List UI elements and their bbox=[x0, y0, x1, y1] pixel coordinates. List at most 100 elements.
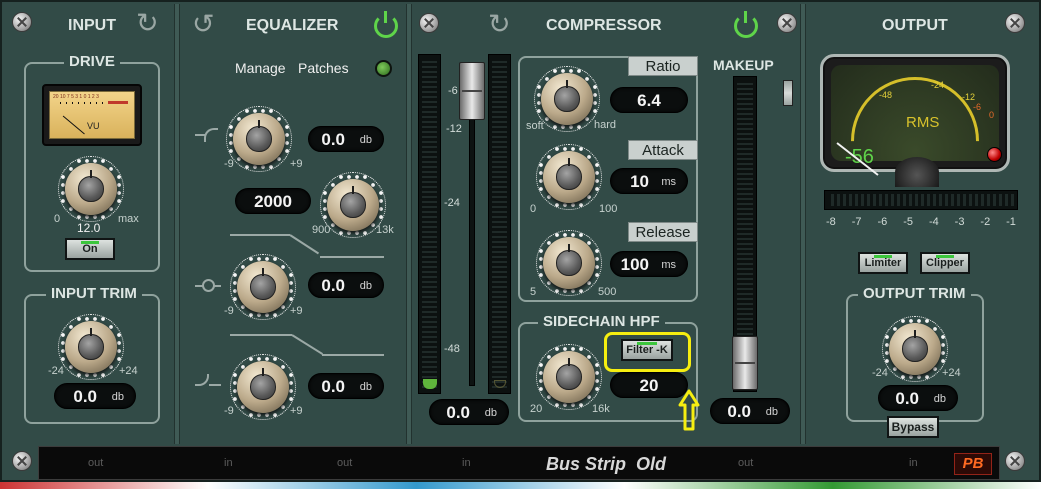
low-shelf-max: +9 bbox=[290, 158, 303, 170]
eq-frequency-value: 2000 bbox=[254, 192, 292, 211]
section-divider bbox=[406, 4, 412, 444]
high-shelf-value-display[interactable]: 0.0 db bbox=[308, 373, 384, 399]
output-title: OUTPUT bbox=[882, 17, 948, 34]
low-shelf-unit: db bbox=[359, 134, 372, 146]
bottom-slot[interactable]: in bbox=[462, 458, 471, 469]
sidechain-value-display[interactable]: 20 bbox=[610, 372, 688, 398]
fader-handle[interactable] bbox=[459, 62, 485, 120]
low-shelf-gain-knob[interactable] bbox=[226, 106, 292, 172]
attack-value: 10 bbox=[630, 172, 649, 191]
drive-min-label: 0 bbox=[54, 213, 61, 225]
clip-led-icon bbox=[987, 147, 1002, 162]
gr-scale-label: -8 bbox=[826, 216, 836, 228]
bottom-bar: out in out in out in Bus Strip Old bbox=[38, 446, 1000, 480]
gr-scale-label: -1 bbox=[1006, 216, 1016, 228]
input-trim-max: +24 bbox=[119, 365, 138, 377]
plugin-panel: INPUT ↻ DRIVE 20 10 7 5 3 1 0 1 2 3 VU 0… bbox=[0, 0, 1041, 482]
annotation-arrow-icon bbox=[678, 388, 700, 437]
high-shelf-gain-knob[interactable] bbox=[230, 354, 296, 420]
low-shelf-min: -9 bbox=[224, 158, 234, 170]
patches-link[interactable]: Patches bbox=[298, 61, 349, 75]
output-trim-value-display[interactable]: 0.0 db bbox=[878, 385, 958, 411]
bottom-slot[interactable]: out bbox=[738, 458, 753, 469]
release-label: Release bbox=[628, 222, 698, 242]
release-value: 100 bbox=[620, 255, 649, 274]
host-strip bbox=[0, 482, 1041, 489]
makeup-value-display[interactable]: 0.0 db bbox=[710, 398, 790, 424]
section-divider bbox=[800, 4, 806, 444]
makeup-fader-handle[interactable] bbox=[732, 336, 758, 390]
rms-scale-label: -48 bbox=[879, 90, 893, 100]
makeup-label: MAKEUP bbox=[713, 57, 774, 73]
eq-frequency-display[interactable]: 2000 bbox=[235, 188, 311, 214]
gr-scale-label: -5 bbox=[903, 216, 913, 228]
sidechain-min: 20 bbox=[530, 403, 543, 415]
reset-icon[interactable]: ↺ bbox=[192, 11, 215, 38]
input-trim-label: INPUT TRIM bbox=[46, 286, 142, 301]
output-trim-min: -24 bbox=[872, 367, 888, 379]
bottom-slot[interactable]: in bbox=[224, 458, 233, 469]
fader-value: 0.0 bbox=[446, 403, 470, 422]
mid-unit: db bbox=[359, 280, 372, 292]
sidechain-knob[interactable] bbox=[536, 344, 602, 410]
clipper-label: Clipper bbox=[926, 257, 964, 269]
drive-max-label: max bbox=[118, 213, 139, 225]
drive-knob[interactable] bbox=[58, 156, 124, 222]
attack-value-display[interactable]: 10 ms bbox=[610, 168, 688, 194]
ratio-knob[interactable] bbox=[534, 66, 600, 132]
compressor-power-icon[interactable] bbox=[734, 11, 758, 38]
fader-scale-label: -12 bbox=[446, 123, 462, 135]
drive-on-button[interactable]: On bbox=[65, 238, 115, 260]
release-max: 500 bbox=[598, 286, 617, 298]
sidechain-value: 20 bbox=[639, 376, 659, 395]
rms-value: -56 bbox=[845, 146, 874, 168]
limiter-button[interactable]: Limiter bbox=[858, 252, 908, 274]
attack-max: 100 bbox=[599, 203, 618, 215]
release-knob[interactable] bbox=[536, 230, 602, 296]
low-shelf-value-display[interactable]: 0.0 db bbox=[308, 126, 384, 152]
drive-value: 12.0 bbox=[77, 221, 101, 235]
clipper-button[interactable]: Clipper bbox=[920, 252, 970, 274]
gain-reduction-meter bbox=[824, 190, 1018, 210]
patches-led-icon bbox=[375, 60, 392, 77]
attack-knob[interactable] bbox=[536, 144, 602, 210]
gr-scale-label: -7 bbox=[851, 216, 862, 228]
screw-icon bbox=[1005, 13, 1025, 33]
mid-gain-knob[interactable] bbox=[230, 254, 296, 320]
gr-scale-label: -6 bbox=[877, 216, 888, 228]
rms-scale-label: -24 bbox=[931, 80, 945, 90]
low-shelf-icon bbox=[195, 128, 221, 144]
mid-min: -9 bbox=[224, 305, 234, 317]
low-shelf-value: 0.0 bbox=[321, 130, 345, 149]
gr-scale-label: -2 bbox=[980, 216, 991, 228]
input-trim-value-display[interactable]: 0.0 db bbox=[54, 383, 136, 409]
output-trim-value: 0.0 bbox=[895, 389, 919, 408]
vu-meter: 20 10 7 5 3 1 0 1 2 3 VU bbox=[42, 84, 142, 146]
bottom-slot[interactable]: in bbox=[909, 458, 918, 469]
fader-scale-label: -6 bbox=[448, 85, 458, 97]
highlight-box bbox=[604, 332, 691, 372]
high-shelf-value: 0.0 bbox=[321, 377, 345, 396]
input-trim-value: 0.0 bbox=[73, 387, 97, 406]
limiter-label: Limiter bbox=[864, 257, 902, 269]
input-trim-knob[interactable] bbox=[58, 314, 124, 380]
reset-icon[interactable]: ↻ bbox=[488, 11, 511, 38]
mid-max: +9 bbox=[290, 305, 303, 317]
mid-value-display[interactable]: 0.0 db bbox=[308, 272, 384, 298]
rms-scale-label: -6 bbox=[973, 102, 982, 112]
input-trim-min: -24 bbox=[48, 365, 64, 377]
reset-icon[interactable]: ↻ bbox=[136, 10, 159, 37]
output-trim-unit: db bbox=[933, 393, 946, 405]
output-trim-knob[interactable] bbox=[882, 316, 948, 382]
manage-link[interactable]: Manage bbox=[235, 61, 286, 75]
bypass-label: Bypass bbox=[891, 420, 935, 434]
bottom-slot[interactable]: out bbox=[337, 458, 352, 469]
fader-value-display[interactable]: 0.0 db bbox=[429, 399, 509, 425]
bypass-button[interactable]: Bypass bbox=[887, 416, 939, 438]
eq-power-icon[interactable] bbox=[374, 11, 398, 38]
release-min: 5 bbox=[530, 286, 537, 298]
release-value-display[interactable]: 100 ms bbox=[610, 251, 688, 277]
ratio-value-display[interactable]: 6.4 bbox=[610, 87, 688, 113]
screw-icon bbox=[1005, 451, 1025, 471]
bottom-slot[interactable]: out bbox=[88, 458, 103, 469]
